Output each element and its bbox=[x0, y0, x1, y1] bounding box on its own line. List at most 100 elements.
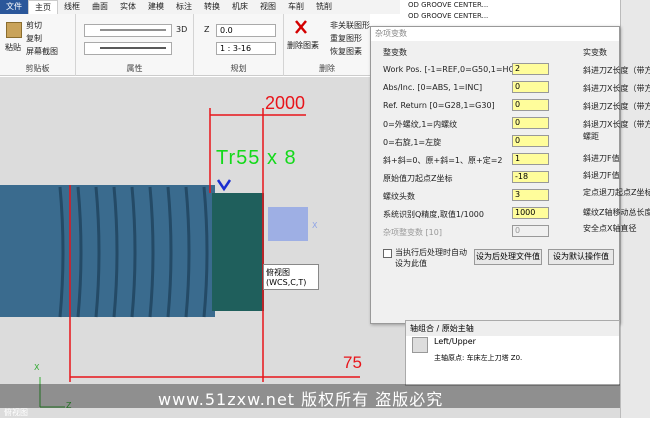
row-label: 斜+斜=0、原+斜=1、原+定=2 bbox=[383, 156, 503, 165]
row-input[interactable]: 0 bbox=[512, 135, 549, 147]
real-header: 实变数 bbox=[583, 48, 607, 57]
row-input[interactable]: 0 bbox=[512, 117, 549, 129]
tab-modeling[interactable]: 建模 bbox=[142, 0, 170, 14]
real-label: 螺纹Z轴移动总长度（带 bbox=[583, 208, 650, 217]
row-label: 系统识别Q精度,取值1/1000 bbox=[383, 210, 484, 219]
row-label: Work Pos. [-1=REF,0=G50,1=HOME bbox=[383, 65, 527, 74]
row-input[interactable]: 0 bbox=[512, 81, 549, 93]
tree-item[interactable]: OD GROOVE CENTER... bbox=[404, 0, 589, 11]
view-name-label: 俯视图 bbox=[4, 408, 28, 417]
unassoc-button[interactable]: 非关联图形 bbox=[330, 20, 370, 31]
dim-label: 3D bbox=[176, 25, 188, 34]
axis-combination-panel: 轴组合 / 原始主轴 Left/Upper 主轴原点: 车床左上刀塔 Z0. bbox=[405, 320, 620, 386]
integer-header: 整变数 bbox=[383, 48, 407, 57]
z-label: Z bbox=[204, 25, 210, 34]
real-label: 斜进刀X长度（带方向 bbox=[583, 84, 650, 93]
row-input[interactable]: 3 bbox=[512, 189, 549, 201]
toolpath-tree: OD GROOVE CENTER... OD GROOVE CENTER... bbox=[404, 0, 589, 26]
tab-machine[interactable]: 机床 bbox=[226, 0, 254, 14]
tab-turning[interactable]: 车削 bbox=[282, 0, 310, 14]
delete-icon[interactable] bbox=[294, 19, 308, 35]
row-label: Abs/Inc. [0=ABS, 1=INC] bbox=[383, 83, 483, 92]
tab-solid[interactable]: 实体 bbox=[114, 0, 142, 14]
graphics-viewport[interactable]: 2000 Tr55 x 8 75 俯视图 (WCS,C,T) X X Z 俯视图 bbox=[0, 77, 370, 418]
axis-x-label: X bbox=[34, 363, 40, 372]
delete-entity-button[interactable]: 删除图素 bbox=[287, 40, 319, 51]
row-label: 原始值刀起点Z坐标 bbox=[383, 174, 453, 183]
tab-transform[interactable]: 转换 bbox=[198, 0, 226, 14]
thread-part bbox=[0, 185, 215, 317]
line-style-combo[interactable] bbox=[84, 24, 172, 37]
thread-spec-label: Tr55 x 8 bbox=[216, 147, 297, 169]
thread-drawing bbox=[0, 108, 360, 408]
tree-item[interactable]: OD GROOVE CENTER... bbox=[404, 11, 589, 22]
plan-label: 规划 bbox=[230, 64, 247, 73]
spindle-icon bbox=[412, 337, 428, 353]
z-depth-input[interactable]: 0.0 bbox=[216, 24, 276, 37]
tab-file[interactable]: 文件 bbox=[0, 0, 28, 14]
row-label: 螺纹头数 bbox=[383, 192, 415, 201]
row-input[interactable]: 1000 bbox=[512, 207, 549, 219]
row-input[interactable]: -18 bbox=[512, 171, 549, 183]
tool-block bbox=[268, 207, 308, 241]
watermark-text: www.51zxw.net 版权所有 盗版必究 bbox=[158, 390, 444, 409]
panel-header: 轴组合 / 原始主轴 bbox=[406, 321, 619, 336]
checkbox-label: 设为此值 bbox=[395, 259, 427, 268]
tab-annotate[interactable]: 标注 bbox=[170, 0, 198, 14]
row-label: 0=外螺纹,1=内螺纹 bbox=[383, 120, 458, 129]
real-label: 斜进刀F值 bbox=[583, 154, 620, 163]
real-label: 斜进刀Z长度（带方向 bbox=[583, 66, 650, 75]
plan-group: Z 0.0 1 : 3-16 规划 bbox=[194, 14, 284, 76]
row-input: 0 bbox=[512, 225, 549, 237]
tab-surface[interactable]: 曲面 bbox=[86, 0, 114, 14]
panel-item-title[interactable]: Left/Upper bbox=[434, 337, 476, 346]
auto-set-checkbox[interactable] bbox=[383, 249, 392, 258]
panel-item-desc: 主轴原点: 车床左上刀塔 Z0. bbox=[434, 354, 523, 362]
line-width-icon bbox=[100, 47, 166, 49]
thread-end bbox=[212, 193, 264, 311]
real-label: 斜退刀X长度（带方向 bbox=[583, 120, 650, 129]
set-post-default-button[interactable]: 设为后处理文件值 bbox=[474, 249, 542, 265]
copy-button[interactable]: 复制 bbox=[26, 33, 42, 44]
tool-tip bbox=[216, 179, 232, 192]
paste-button[interactable]: 粘贴 bbox=[5, 42, 21, 53]
tab-home[interactable]: 主页 bbox=[28, 0, 58, 14]
row-input[interactable]: 1 bbox=[512, 153, 549, 165]
delete-label: 删除 bbox=[319, 64, 335, 73]
dim-top-label: 2000 bbox=[265, 93, 306, 113]
repeat-button[interactable]: 重复图形 bbox=[330, 33, 362, 44]
delete-group: 删除图素 非关联图形 重复图形 恢复图素 删除 bbox=[284, 14, 370, 76]
real-label: 斜退刀Z长度（带方向 bbox=[583, 102, 650, 111]
line-style-icon bbox=[100, 29, 166, 31]
attributes-group: 3D 属性 bbox=[76, 14, 194, 76]
level-combo[interactable]: 1 : 3-16 bbox=[216, 42, 276, 55]
real-label: 安全点X轴直径 bbox=[583, 224, 637, 233]
dialog-title: 杂项变数 bbox=[371, 27, 619, 41]
real-label: 定点退刀起点Z坐标 bbox=[583, 188, 650, 197]
view-tooltip: 俯视图 (WCS,C,T) bbox=[263, 264, 319, 290]
attributes-label: 属性 bbox=[126, 64, 143, 73]
checkbox-label: 当执行后处理时自动 bbox=[395, 248, 467, 257]
tab-wireframe[interactable]: 线框 bbox=[58, 0, 86, 14]
ribbon: 粘贴 剪切 复制 屏幕截图 剪贴板 3D 属性 Z 0.0 1 : 3-16 规… bbox=[0, 14, 370, 76]
axis-x-tool: X bbox=[312, 221, 318, 230]
menubar: 文件 主页 线框 曲面 实体 建模 标注 转换 机床 视图 车削 铣削 bbox=[0, 0, 400, 14]
misc-values-dialog: 杂项变数 整变数 实变数 Work Pos. [-1=REF,0=G50,1=H… bbox=[370, 26, 650, 324]
row-label: 0=右旋,1=左旋 bbox=[383, 138, 442, 147]
row-input[interactable]: 2 bbox=[512, 63, 549, 75]
paste-icon[interactable] bbox=[6, 22, 22, 38]
set-op-default-button[interactable]: 设为默认操作值 bbox=[548, 249, 614, 265]
clipboard-group: 粘贴 剪切 复制 屏幕截图 剪贴板 bbox=[0, 14, 76, 76]
dim-bottom-label: 75 bbox=[343, 353, 362, 372]
row-input[interactable]: 0 bbox=[512, 99, 549, 111]
line-width-combo[interactable] bbox=[84, 42, 172, 55]
real-label: 斜退刀F值 bbox=[583, 171, 620, 180]
tab-milling[interactable]: 铣削 bbox=[310, 0, 338, 14]
cut-button[interactable]: 剪切 bbox=[26, 20, 42, 31]
tab-view[interactable]: 视图 bbox=[254, 0, 282, 14]
restore-button[interactable]: 恢复图素 bbox=[330, 46, 362, 57]
screenshot-button[interactable]: 屏幕截图 bbox=[26, 46, 58, 57]
real-label: 螺距 bbox=[583, 132, 599, 141]
row-label: Ref. Return [0=G28,1=G30] bbox=[383, 101, 495, 110]
clipboard-label: 剪贴板 bbox=[25, 64, 50, 73]
